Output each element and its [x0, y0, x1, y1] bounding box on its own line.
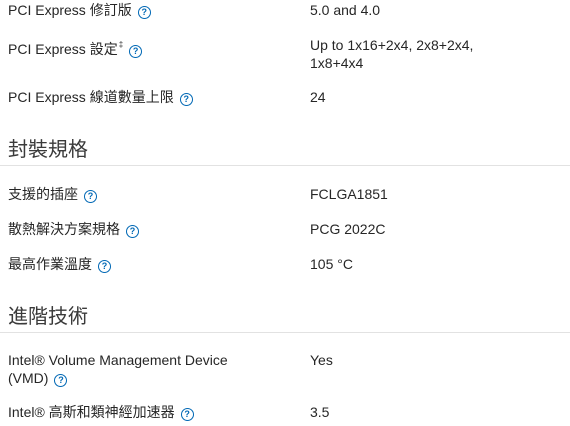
help-icon[interactable]: ?: [98, 260, 111, 273]
spec-label: Intel® Volume Management Device (VMD)?: [8, 351, 298, 387]
spec-label-line-2: (VMD)?: [8, 369, 298, 387]
spec-label: PCI Express 線道數量上限?: [8, 88, 298, 106]
spec-label-text: Intel® 高斯和類神經加速器: [8, 404, 175, 420]
spec-label-text: PCI Express 修訂版: [8, 2, 132, 18]
spec-label-text: 散熱解決方案規格: [8, 221, 120, 237]
spec-value: 3.5: [310, 404, 330, 420]
section-divider: [0, 165, 570, 166]
help-icon[interactable]: ?: [129, 45, 143, 58]
spec-value: Yes: [310, 352, 333, 368]
spec-label-text: PCI Express 線道數量上限: [8, 89, 174, 105]
spec-value-line-1: Up to 1x16+2x4, 2x8+2x4,: [310, 37, 474, 53]
spec-label-text: PCI Express 設定: [8, 41, 118, 57]
help-icon[interactable]: ?: [54, 374, 68, 387]
spec-value: PCG 2022C: [310, 221, 386, 237]
spec-label: 支援的插座?: [8, 185, 298, 203]
section-title-advanced: 進階技術: [8, 304, 88, 328]
help-icon[interactable]: ?: [126, 225, 139, 238]
spec-value-line-2: 1x8+4x4: [310, 55, 364, 71]
spec-label: 散熱解決方案規格?: [8, 220, 298, 238]
spec-value: 105 °C: [310, 256, 353, 272]
help-icon[interactable]: ?: [84, 190, 97, 203]
section-divider: [0, 332, 570, 333]
spec-value: FCLGA1851: [310, 186, 388, 202]
spec-value: Up to 1x16+2x4, 2x8+2x4, 1x8+4x4: [310, 36, 560, 72]
spec-label-text: 最高作業溫度: [8, 256, 92, 272]
section-title-package: 封裝規格: [8, 137, 88, 161]
spec-label: PCI Express 修訂版?: [8, 1, 298, 19]
help-icon[interactable]: ?: [137, 6, 151, 19]
footnote-marker: ‡: [118, 40, 124, 49]
spec-label: 最高作業溫度?: [8, 255, 298, 273]
spec-label: PCI Express 設定‡?: [8, 36, 298, 58]
spec-label: Intel® 高斯和類神經加速器?: [8, 403, 298, 421]
spec-label-line-1: Intel® Volume Management Device: [8, 352, 228, 368]
help-icon[interactable]: ?: [179, 93, 193, 106]
spec-label-text: 支援的插座: [8, 186, 78, 202]
help-icon[interactable]: ?: [180, 408, 194, 421]
spec-label-text: (VMD): [8, 370, 49, 386]
spec-value: 24: [310, 89, 326, 105]
spec-value: 5.0 and 4.0: [310, 2, 381, 18]
